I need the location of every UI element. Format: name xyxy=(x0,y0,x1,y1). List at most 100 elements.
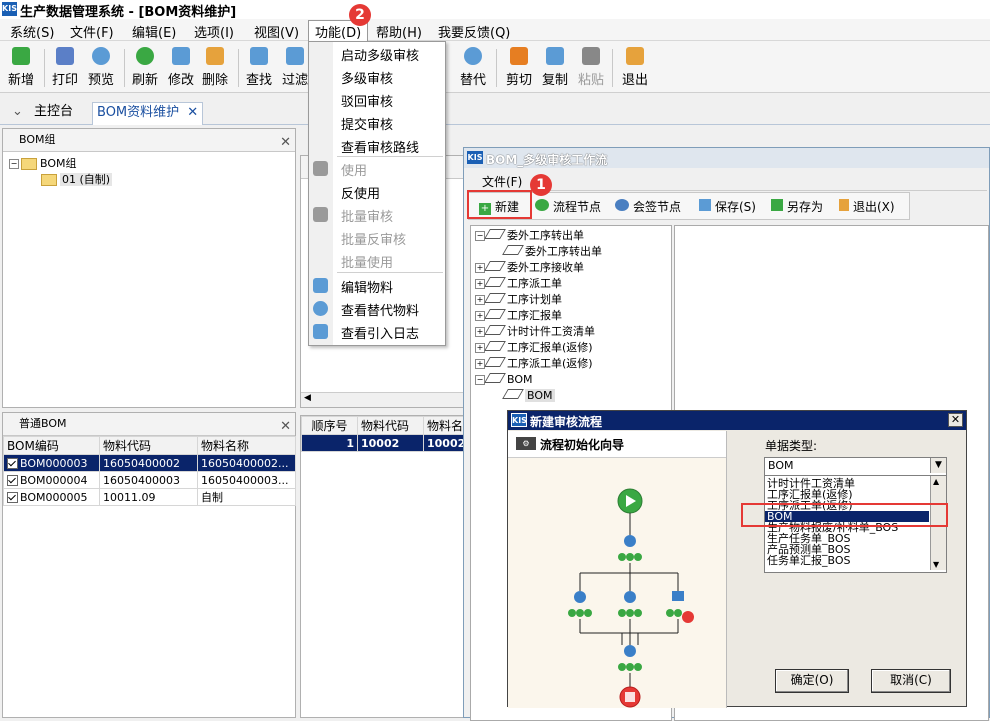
menu-item-batch-audit[interactable]: 批量审核 xyxy=(341,206,393,225)
app-logo-icon: KIS xyxy=(467,151,483,164)
menu-item-view-substitute[interactable]: 查看替代物料 xyxy=(341,300,419,319)
paste-label: 粘贴 xyxy=(577,73,604,88)
window-title: 生产数据管理系统 - [BOM资料维护] xyxy=(20,5,237,20)
close-icon[interactable]: ✕ xyxy=(280,132,291,154)
menu-item-view-audit-route[interactable]: 查看审核路线 xyxy=(341,137,419,156)
tree-node[interactable]: + 工序汇报单 xyxy=(475,308,602,324)
menu-item-multilevel-audit[interactable]: 多级审核 xyxy=(341,68,393,87)
refresh-button[interactable]: 刷新 xyxy=(128,47,162,88)
expand-icon[interactable]: + xyxy=(475,279,485,289)
tab-scroll-chevron-icon[interactable]: ⌄ xyxy=(8,102,27,124)
menu-item-unuse[interactable]: 反使用 xyxy=(341,183,380,202)
column-header[interactable]: 物料名称 xyxy=(197,436,296,455)
checkbox-icon[interactable] xyxy=(7,492,18,503)
menu-view[interactable]: 视图(V) xyxy=(252,22,301,41)
workflow-menu-file[interactable]: 文件(F) xyxy=(482,173,522,190)
menu-item-use[interactable]: 使用 xyxy=(341,160,367,179)
collapse-icon[interactable]: − xyxy=(9,159,19,169)
close-icon[interactable]: ✕ xyxy=(948,413,963,427)
cut-button[interactable]: 剪切 xyxy=(502,47,536,88)
menu-edit[interactable]: 编辑(E) xyxy=(130,22,178,41)
tree-node[interactable]: + 工序派工单 xyxy=(475,276,602,292)
scroll-left-icon[interactable]: ◀ xyxy=(304,393,311,403)
add-button[interactable]: 新增 xyxy=(4,47,38,88)
copy-button[interactable]: 复制 xyxy=(538,47,572,88)
tree-node[interactable]: + 工序计划单 xyxy=(475,292,602,308)
menu-file[interactable]: 文件(F) xyxy=(68,22,116,41)
cancel-button[interactable]: 取消(C) xyxy=(871,669,951,693)
expand-icon[interactable]: + xyxy=(475,359,485,369)
countersign-node-icon xyxy=(672,591,684,601)
expand-icon[interactable]: + xyxy=(475,327,485,337)
tree-node[interactable]: − 委外工序转出单 xyxy=(475,228,602,244)
menu-feedback[interactable]: 我要反馈(Q) xyxy=(436,22,512,41)
tree-node[interactable]: + 委外工序接收单 xyxy=(475,260,602,276)
column-header[interactable]: BOM编码 xyxy=(3,436,100,455)
flow-node-button[interactable]: 流程节点 xyxy=(535,198,601,215)
doc-icon xyxy=(484,261,506,271)
close-icon[interactable]: ✕ xyxy=(280,416,291,438)
tree-node[interactable]: + 工序汇报单(返修) xyxy=(475,340,602,356)
list-item[interactable]: 任务单汇报_BOS xyxy=(765,555,929,566)
save-button[interactable]: 保存(S) xyxy=(699,198,756,215)
chevron-down-icon[interactable]: ▼ xyxy=(930,458,946,473)
tree-node[interactable]: 委外工序转出单 xyxy=(475,244,602,260)
expand-icon[interactable]: + xyxy=(475,343,485,353)
doc-icon xyxy=(484,229,506,239)
column-header[interactable]: 物料名 xyxy=(423,416,464,435)
tree-node[interactable]: − BOM xyxy=(475,372,602,388)
column-header[interactable]: 物料代码 xyxy=(357,416,424,435)
menu-item-batch-use[interactable]: 批量使用 xyxy=(341,252,393,271)
scroll-down-icon[interactable]: ▼ xyxy=(933,560,939,569)
print-button[interactable]: 打印 xyxy=(48,47,82,88)
column-header[interactable]: 顺序号 xyxy=(301,416,358,435)
expand-icon[interactable]: + xyxy=(475,311,485,321)
tab-main-console[interactable]: 主控台 xyxy=(30,102,77,124)
step-badge-1: 1 xyxy=(530,174,552,196)
table-row[interactable]: BOM000003 16050400002 16050400002... xyxy=(3,454,296,472)
table-row[interactable]: 1 10002 10002 xyxy=(301,434,464,452)
expand-icon[interactable]: + xyxy=(475,295,485,305)
countersign-node-button[interactable]: 会签节点 xyxy=(615,198,681,215)
tree-node-root[interactable]: − BOM组 xyxy=(9,156,289,172)
tab-close-icon[interactable]: ✕ xyxy=(187,105,198,120)
ok-button[interactable]: 确定(O) xyxy=(775,669,849,693)
save-as-button[interactable]: 另存为 xyxy=(771,198,823,215)
menu-system[interactable]: 系统(S) xyxy=(8,22,56,41)
toolbar-separator xyxy=(496,49,497,87)
tree-node[interactable]: + 计时计件工资清单 xyxy=(475,324,602,340)
bom-code: BOM000005 xyxy=(20,490,88,504)
menu-item-batch-unaudit[interactable]: 批量反审核 xyxy=(341,229,406,248)
substitute-button[interactable]: 替代 xyxy=(456,47,490,88)
workflow-exit-button[interactable]: 退出(X) xyxy=(839,198,895,215)
menu-help[interactable]: 帮助(H) xyxy=(374,22,424,41)
tree-node[interactable]: BOM xyxy=(475,388,602,404)
delete-button[interactable]: 删除 xyxy=(198,47,232,88)
menu-item-view-import-log[interactable]: 查看引入日志 xyxy=(341,323,419,342)
preview-button[interactable]: 预览 xyxy=(84,47,118,88)
scroll-up-icon[interactable]: ▲ xyxy=(933,477,939,486)
doc-type-select[interactable]: BOM ▼ xyxy=(764,457,947,476)
collapse-icon[interactable]: − xyxy=(475,231,485,241)
expand-icon[interactable]: + xyxy=(475,263,485,273)
table-row[interactable]: BOM000005 10011.09 自制 xyxy=(3,488,296,506)
tree-node-child[interactable]: 01 (自制) xyxy=(9,172,289,188)
horizontal-scrollbar[interactable]: ◀ xyxy=(301,392,464,407)
checkbox-icon[interactable] xyxy=(7,475,18,486)
edit-button[interactable]: 修改 xyxy=(164,47,198,88)
tree-node[interactable]: + 工序派工单(返修) xyxy=(475,356,602,372)
checkbox-icon[interactable] xyxy=(7,458,18,469)
menu-item-submit-audit[interactable]: 提交审核 xyxy=(341,114,393,133)
search-button[interactable]: 查找 xyxy=(242,47,276,88)
tab-bom-maintenance[interactable]: BOM资料维护 ✕ xyxy=(92,102,204,125)
menu-item-start-multilevel-audit[interactable]: 启动多级审核 xyxy=(341,45,419,64)
paste-button[interactable]: 粘贴 xyxy=(574,47,608,88)
collapse-icon[interactable]: − xyxy=(475,375,485,385)
menu-item-reject-audit[interactable]: 驳回审核 xyxy=(341,91,393,110)
menu-item-edit-material[interactable]: 编辑物料 xyxy=(341,277,393,296)
table-row[interactable]: BOM000004 16050400003 16050400003... xyxy=(3,471,296,489)
filter-button[interactable]: 过滤 xyxy=(278,47,312,88)
exit-button[interactable]: 退出 xyxy=(618,47,652,88)
menu-options[interactable]: 选项(I) xyxy=(192,22,236,41)
column-header[interactable]: 物料代码 xyxy=(99,436,198,455)
